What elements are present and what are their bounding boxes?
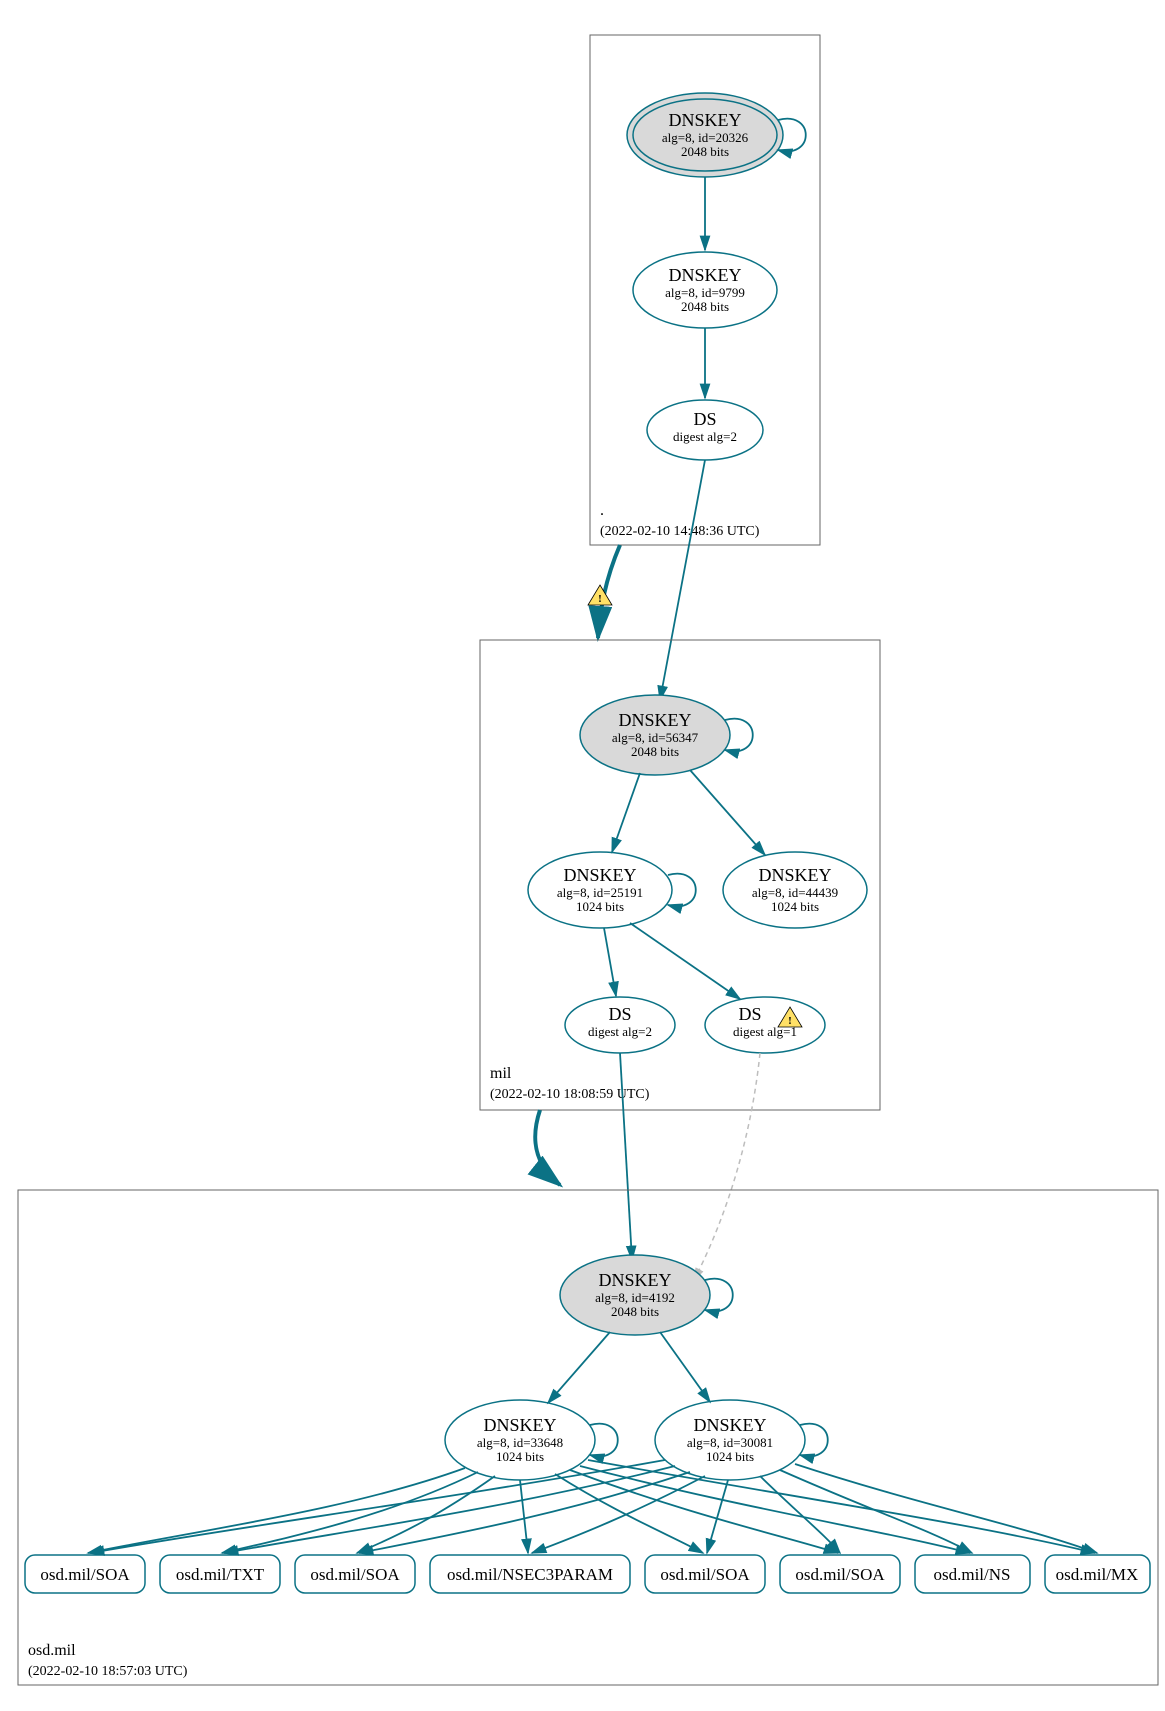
edge-mil-ds1-to-osd-ksk <box>620 1053 632 1260</box>
svg-text:alg=8, id=25191: alg=8, id=25191 <box>557 885 643 900</box>
svg-text:DNSKEY: DNSKEY <box>483 1415 556 1435</box>
svg-text:1024 bits: 1024 bits <box>496 1449 544 1464</box>
svg-text:alg=8, id=30081: alg=8, id=30081 <box>687 1435 773 1450</box>
rrset-row: osd.mil/SOA osd.mil/TXT osd.mil/SOA osd.… <box>25 1555 1150 1593</box>
svg-text:osd.mil/SOA: osd.mil/SOA <box>660 1565 750 1584</box>
rrset-0[interactable]: osd.mil/SOA <box>25 1555 145 1593</box>
svg-text:DS: DS <box>738 1004 761 1024</box>
svg-text:2048 bits: 2048 bits <box>631 744 679 759</box>
svg-text:DS: DS <box>608 1004 631 1024</box>
zone-osd: osd.mil (2022-02-10 18:57:03 UTC) DNSKEY… <box>18 1190 1158 1685</box>
edge-osd-ksk-to-zsk1 <box>548 1332 610 1403</box>
svg-text:!: ! <box>788 1015 792 1027</box>
node-osd-zsk2[interactable]: DNSKEY alg=8, id=30081 1024 bits <box>655 1400 805 1480</box>
node-root-ksk[interactable]: DNSKEY alg=8, id=20326 2048 bits <box>627 93 783 177</box>
svg-text:osd.mil/SOA: osd.mil/SOA <box>795 1565 885 1584</box>
rrset-7[interactable]: osd.mil/MX <box>1045 1555 1150 1593</box>
svg-text:DNSKEY: DNSKEY <box>668 265 741 285</box>
rrset-5[interactable]: osd.mil/SOA <box>780 1555 900 1593</box>
node-mil-zsk1[interactable]: DNSKEY alg=8, id=25191 1024 bits <box>528 852 672 928</box>
node-osd-zsk1[interactable]: DNSKEY alg=8, id=33648 1024 bits <box>445 1400 595 1480</box>
svg-text:osd.mil/NS: osd.mil/NS <box>934 1565 1011 1584</box>
svg-text:osd.mil/SOA: osd.mil/SOA <box>310 1565 400 1584</box>
svg-text:osd.mil/TXT: osd.mil/TXT <box>176 1565 265 1584</box>
svg-text:DNSKEY: DNSKEY <box>618 710 691 730</box>
svg-text:DNSKEY: DNSKEY <box>598 1270 671 1290</box>
rrset-1[interactable]: osd.mil/TXT <box>160 1555 280 1593</box>
node-mil-ds2[interactable]: DS digest alg=1 <box>705 997 825 1053</box>
svg-text:alg=8, id=9799: alg=8, id=9799 <box>665 285 745 300</box>
rrset-3[interactable]: osd.mil/NSEC3PARAM <box>430 1555 630 1593</box>
svg-text:osd.mil/SOA: osd.mil/SOA <box>40 1565 130 1584</box>
edge-mil-ksk-to-zsk2 <box>690 770 765 855</box>
svg-text:osd.mil/NSEC3PARAM: osd.mil/NSEC3PARAM <box>447 1565 613 1584</box>
node-root-zsk[interactable]: DNSKEY alg=8, id=9799 2048 bits <box>633 252 777 328</box>
svg-text:alg=8, id=44439: alg=8, id=44439 <box>752 885 838 900</box>
rrset-4[interactable]: osd.mil/SOA <box>645 1555 765 1593</box>
svg-text:DNSKEY: DNSKEY <box>693 1415 766 1435</box>
edge-mil-zsk1-to-ds1 <box>604 928 616 996</box>
svg-text:digest alg=2: digest alg=2 <box>588 1024 652 1039</box>
svg-text:1024 bits: 1024 bits <box>576 899 624 914</box>
edge-mil-zsk1-to-ds2 <box>630 923 740 999</box>
zone-root: . (2022-02-10 14:48:36 UTC) DNSKEY alg=8… <box>590 35 820 545</box>
zone-osd-timestamp: (2022-02-10 18:57:03 UTC) <box>28 1664 188 1679</box>
edge-mil-to-osd-deleg <box>535 1110 560 1185</box>
node-osd-ksk[interactable]: DNSKEY alg=8, id=4192 2048 bits <box>560 1255 710 1335</box>
node-mil-zsk2[interactable]: DNSKEY alg=8, id=44439 1024 bits <box>723 852 867 928</box>
svg-text:1024 bits: 1024 bits <box>706 1449 754 1464</box>
zone-root-timestamp: (2022-02-10 14:48:36 UTC) <box>600 524 760 539</box>
warning-icon-root-mil: ! <box>588 585 612 605</box>
node-mil-ds1[interactable]: DS digest alg=2 <box>565 997 675 1053</box>
zone-mil-timestamp: (2022-02-10 18:08:59 UTC) <box>490 1087 650 1102</box>
edge-osd-ksk-to-zsk2 <box>660 1332 710 1402</box>
svg-text:DNSKEY: DNSKEY <box>758 865 831 885</box>
zone-root-label: . <box>600 502 604 519</box>
zone-mil-label: mil <box>490 1065 512 1082</box>
svg-text:alg=8, id=56347: alg=8, id=56347 <box>612 730 699 745</box>
svg-text:2048 bits: 2048 bits <box>681 144 729 159</box>
dnssec-graph: . (2022-02-10 14:48:36 UTC) DNSKEY alg=8… <box>0 0 1165 1711</box>
svg-text:DS: DS <box>693 409 716 429</box>
svg-text:digest alg=2: digest alg=2 <box>673 429 737 444</box>
svg-text:osd.mil/MX: osd.mil/MX <box>1056 1565 1139 1584</box>
edge-mil-ksk-to-zsk1 <box>612 773 640 852</box>
edge-root-ds-to-mil-ksk <box>660 460 705 700</box>
node-mil-ksk[interactable]: DNSKEY alg=8, id=56347 2048 bits <box>580 695 730 775</box>
svg-text:alg=8, id=4192: alg=8, id=4192 <box>595 1290 675 1305</box>
svg-text:2048 bits: 2048 bits <box>681 299 729 314</box>
zone-osd-label: osd.mil <box>28 1642 76 1659</box>
svg-text:DNSKEY: DNSKEY <box>668 110 741 130</box>
svg-text:alg=8, id=20326: alg=8, id=20326 <box>662 130 749 145</box>
svg-text:!: ! <box>598 593 602 605</box>
rrset-6[interactable]: osd.mil/NS <box>915 1555 1030 1593</box>
zone-mil: mil (2022-02-10 18:08:59 UTC) DNSKEY alg… <box>480 640 880 1110</box>
svg-text:1024 bits: 1024 bits <box>771 899 819 914</box>
svg-text:alg=8, id=33648: alg=8, id=33648 <box>477 1435 563 1450</box>
edge-mil-ds2-to-osd-ksk <box>694 1053 760 1280</box>
node-root-ds[interactable]: DS digest alg=2 <box>647 400 763 460</box>
rrset-2[interactable]: osd.mil/SOA <box>295 1555 415 1593</box>
svg-text:DNSKEY: DNSKEY <box>563 865 636 885</box>
svg-text:2048 bits: 2048 bits <box>611 1304 659 1319</box>
